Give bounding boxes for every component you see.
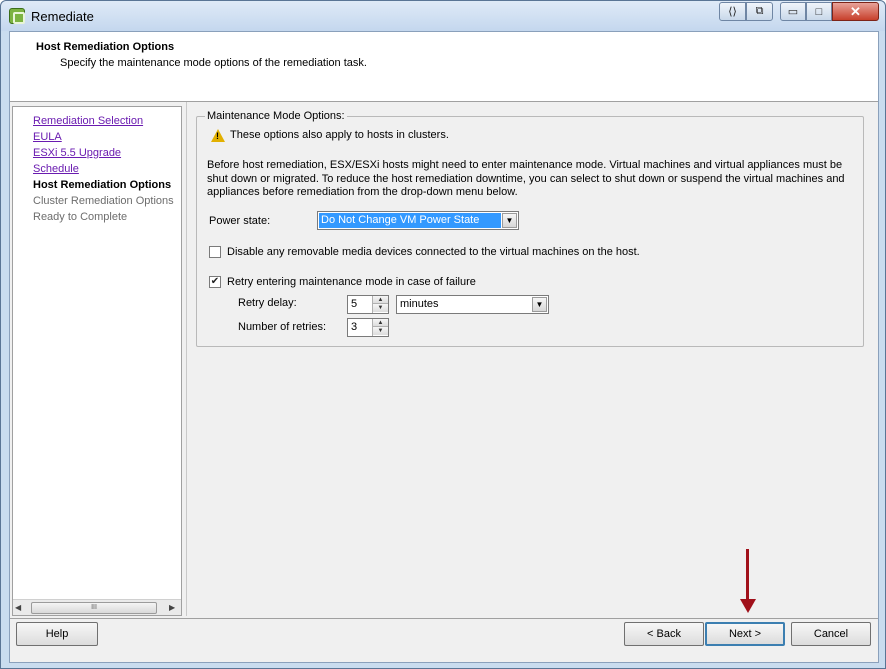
pane-divider[interactable] — [186, 102, 187, 616]
retry-delay-label: Retry delay: — [238, 297, 297, 309]
warning-text: These options also apply to hosts in clu… — [230, 129, 449, 141]
window: Remediate ⟨⟩ ⧉ ▭ □ ✕ Host Remediation Op… — [0, 0, 886, 669]
nav-step-schedule[interactable]: Schedule — [33, 163, 79, 175]
spin-up-icon[interactable]: ▲ — [373, 319, 388, 327]
close-button[interactable]: ✕ — [832, 2, 879, 21]
nav-step-eula[interactable]: EULA — [33, 131, 62, 143]
nav-step-host-remediation-options: Host Remediation Options — [33, 179, 172, 191]
spin-down-icon[interactable]: ▼ — [373, 327, 388, 335]
window-title: Remediate — [31, 9, 94, 24]
horizontal-scrollbar[interactable]: ◀ III ▶ — [13, 599, 181, 615]
maximize-button[interactable]: □ — [806, 2, 832, 21]
group-legend: Maintenance Mode Options: — [205, 110, 347, 122]
retries-stepper[interactable]: 3 ▲ ▼ — [347, 318, 389, 337]
chevron-down-icon[interactable]: ▼ — [502, 213, 517, 228]
scroll-left-icon[interactable]: ◀ — [15, 603, 25, 613]
title-bar[interactable]: Remediate ⟨⟩ ⧉ ▭ □ ✕ — [1, 1, 885, 31]
back-button[interactable]: < Back — [624, 622, 704, 646]
warning-mark: ! — [216, 131, 219, 141]
help-button[interactable]: Help — [16, 622, 98, 646]
spin-up-icon[interactable]: ▲ — [373, 296, 388, 304]
power-state-value: Do Not Change VM Power State — [319, 213, 501, 228]
maintenance-mode-group: Maintenance Mode Options: ! These option… — [196, 110, 864, 347]
next-button[interactable]: Next > — [705, 622, 785, 646]
disable-media-checkbox[interactable] — [209, 246, 221, 258]
nav-step-remediation-selection[interactable]: Remediation Selection — [33, 115, 143, 127]
disable-media-label: Disable any removable media devices conn… — [227, 246, 640, 258]
wizard-steps-nav: Remediation Selection EULA ESXi 5.5 Upgr… — [12, 106, 182, 616]
retry-delay-unit-value: minutes — [400, 298, 439, 310]
nav-step-esxi-upgrade[interactable]: ESXi 5.5 Upgrade — [33, 147, 121, 159]
minimize-button[interactable]: ▭ — [780, 2, 806, 21]
nav-step-cluster-remediation-options: Cluster Remediation Options — [33, 195, 174, 207]
annotation-arrow-shaft — [746, 549, 749, 603]
cancel-button[interactable]: Cancel — [791, 622, 871, 646]
page-subtitle: Specify the maintenance mode options of … — [60, 57, 367, 69]
spin-down-icon[interactable]: ▼ — [373, 304, 388, 312]
vsphere-app-icon — [9, 8, 25, 24]
retries-value: 3 — [351, 321, 358, 333]
page-title: Host Remediation Options — [36, 41, 175, 53]
footer-divider — [10, 618, 878, 619]
retries-label: Number of retries: — [238, 321, 327, 333]
nav-step-ready-to-complete: Ready to Complete — [33, 211, 128, 223]
scroll-right-icon[interactable]: ▶ — [169, 603, 179, 613]
popout-button[interactable]: ⧉ — [746, 2, 773, 21]
retry-delay-unit-select[interactable]: minutes ▼ — [396, 295, 549, 314]
power-state-label: Power state: — [209, 215, 271, 227]
retry-checkbox[interactable]: ✔ — [209, 276, 221, 288]
intro-text: Before host remediation, ESX/ESXi hosts … — [207, 159, 845, 198]
chevron-down-icon[interactable]: ▼ — [532, 297, 547, 312]
nav-button[interactable]: ⟨⟩ — [719, 2, 746, 21]
retry-delay-value: 5 — [351, 298, 358, 310]
retry-delay-stepper[interactable]: 5 ▲ ▼ — [347, 295, 389, 314]
retry-label: Retry entering maintenance mode in case … — [227, 276, 476, 288]
annotation-arrow-head — [740, 599, 756, 613]
power-state-select[interactable]: Do Not Change VM Power State ▼ — [317, 211, 519, 230]
scroll-thumb[interactable]: III — [31, 602, 157, 614]
wizard-header: Host Remediation Options Specify the mai… — [10, 32, 878, 102]
